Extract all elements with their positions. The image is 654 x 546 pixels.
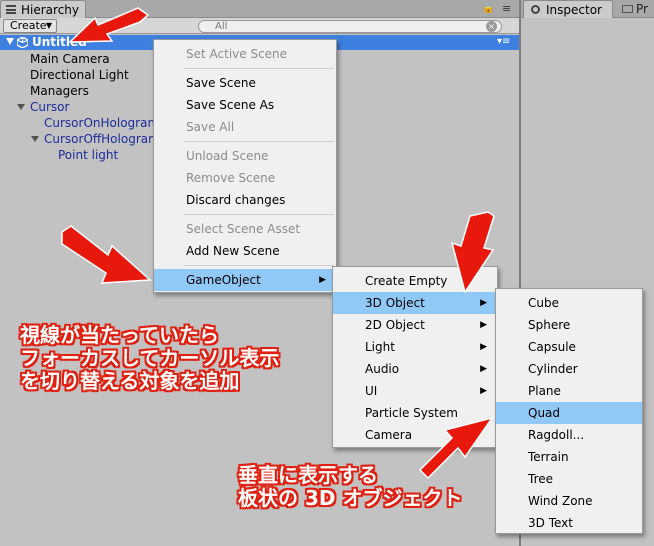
menu-item-sphere[interactable]: Sphere [496,314,642,336]
hierarchy-tab-bar: Hierarchy 🔒 ≡ [0,0,520,18]
annotation-note-2: 垂直に表示する 板状の 3D オブジェクト [238,464,462,510]
annotation-note-2-line: 垂直に表示する [238,463,378,487]
menu-item-tree[interactable]: Tree [496,468,642,490]
menu-item-terrain[interactable]: Terrain [496,446,642,468]
annotation-note-1-line: フォーカスしてカーソル表示 [20,346,280,370]
menu-item-3d-text[interactable]: 3D Text [496,512,642,534]
menu-item-gameobject-label: GameObject [186,273,261,287]
hierarchy-tab[interactable]: Hierarchy [0,0,86,18]
menu-item-add-new-scene[interactable]: Add New Scene [154,240,336,262]
menu-item-save-all[interactable]: Save All [154,116,336,138]
hierarchy-item-managers[interactable]: Managers [30,83,89,99]
menu-item-quad[interactable]: Quad [496,402,642,424]
menu-item-save-scene[interactable]: Save Scene [154,72,336,94]
menu-item-wind-zone[interactable]: Wind Zone [496,490,642,512]
menu-item-discard-changes[interactable]: Discard changes [154,189,336,211]
create-button[interactable]: Create ▼ [3,19,57,33]
menu-item-set-active-scene[interactable]: Set Active Scene [154,43,336,65]
menu-item-ui[interactable]: UI ▶ [333,380,497,402]
3d-object-submenu: Cube Sphere Capsule Cylinder Plane Quad … [495,288,643,534]
menu-item-save-scene-as[interactable]: Save Scene As [154,94,336,116]
hierarchy-item-directional-light[interactable]: Directional Light [30,67,129,83]
hierarchy-toolbar: Create ▼ All × [0,18,520,34]
menu-item-cylinder[interactable]: Cylinder [496,358,642,380]
scene-name[interactable]: Untitled* [32,35,93,50]
menu-item-select-scene-asset[interactable]: Select Scene Asset [154,218,336,240]
submenu-arrow-icon: ▶ [480,320,487,330]
hierarchy-item-point-light[interactable]: Point light [58,147,118,163]
info-icon [531,5,540,14]
hierarchy-item-cursor-off-hologram[interactable]: CursorOffHologram [44,131,160,147]
inspector-tab[interactable]: Inspector [523,0,613,18]
menu-item-remove-scene[interactable]: Remove Scene [154,167,336,189]
clear-search-icon[interactable]: × [486,21,497,32]
create-button-label: Create [10,19,47,32]
annotation-note-1: 視線が当たっていたら フォーカスしてカーソル表示 を切り替える対象を追加 [20,324,279,393]
expand-triangle-icon[interactable] [31,136,39,142]
lock-icon[interactable]: 🔒 [482,3,494,14]
menu-item-3d-object-label: 3D Object [365,296,425,310]
menu-item-camera[interactable]: Camera [333,424,497,446]
hierarchy-item-cursor[interactable]: Cursor [30,99,69,115]
dropdown-caret-icon: ▼ [45,21,52,30]
submenu-arrow-icon: ▶ [480,364,487,374]
inspector-tab-bar: Inspector Pr [521,0,654,18]
menu-item-audio-label: Audio [365,362,400,376]
expand-triangle-icon[interactable] [6,38,14,45]
menu-item-light-label: Light [365,340,395,354]
menu-item-gameobject[interactable]: GameObject ▶ [154,269,336,291]
project-tab[interactable]: Pr [616,0,654,17]
submenu-arrow-icon: ▶ [480,342,487,352]
gameobject-submenu: Create Empty 3D Object ▶ 2D Object ▶ Lig… [332,266,498,448]
menu-item-2d-object-label: 2D Object [365,318,425,332]
scene-menu-icon[interactable]: ▾≡ [497,37,511,47]
annotation-note-1-line: を切り替える対象を追加 [20,369,240,393]
annotation-note-1-line: 視線が当たっていたら [20,323,219,347]
submenu-arrow-icon: ▶ [480,386,487,396]
menu-item-unload-scene[interactable]: Unload Scene [154,145,336,167]
menu-item-plane[interactable]: Plane [496,380,642,402]
unity-scene-icon [17,37,28,48]
menu-item-audio[interactable]: Audio ▶ [333,358,497,380]
submenu-arrow-icon: ▶ [480,298,487,308]
menu-item-cube[interactable]: Cube [496,292,642,314]
menu-item-3d-object[interactable]: 3D Object ▶ [333,292,497,314]
list-icon [6,5,16,14]
menu-item-ui-label: UI [365,384,378,398]
panel-menu-icon[interactable]: ≡ [502,2,511,15]
folder-icon [622,5,633,13]
annotation-note-2-line: 板状の 3D オブジェクト [238,486,463,510]
menu-separator [184,141,334,142]
menu-item-particle-system[interactable]: Particle System [333,402,497,424]
hierarchy-item-cursor-on-hologram[interactable]: CursorOnHologram [44,115,159,131]
submenu-arrow-icon: ▶ [319,275,326,285]
menu-item-light[interactable]: Light ▶ [333,336,497,358]
search-input[interactable]: All [198,20,502,33]
menu-separator [184,214,334,215]
menu-item-create-empty[interactable]: Create Empty [333,270,497,292]
inspector-tab-label: Inspector [546,3,602,17]
search-placeholder: All [215,21,228,32]
scene-context-menu: Set Active Scene Save Scene Save Scene A… [153,39,337,293]
menu-item-capsule[interactable]: Capsule [496,336,642,358]
menu-item-2d-object[interactable]: 2D Object ▶ [333,314,497,336]
menu-item-ragdoll[interactable]: Ragdoll... [496,424,642,446]
hierarchy-item-main-camera[interactable]: Main Camera [30,51,110,67]
project-tab-label: Pr [636,2,648,16]
menu-separator [184,265,334,266]
hierarchy-tab-label: Hierarchy [21,3,80,17]
menu-separator [184,68,334,69]
expand-triangle-icon[interactable] [17,104,25,110]
